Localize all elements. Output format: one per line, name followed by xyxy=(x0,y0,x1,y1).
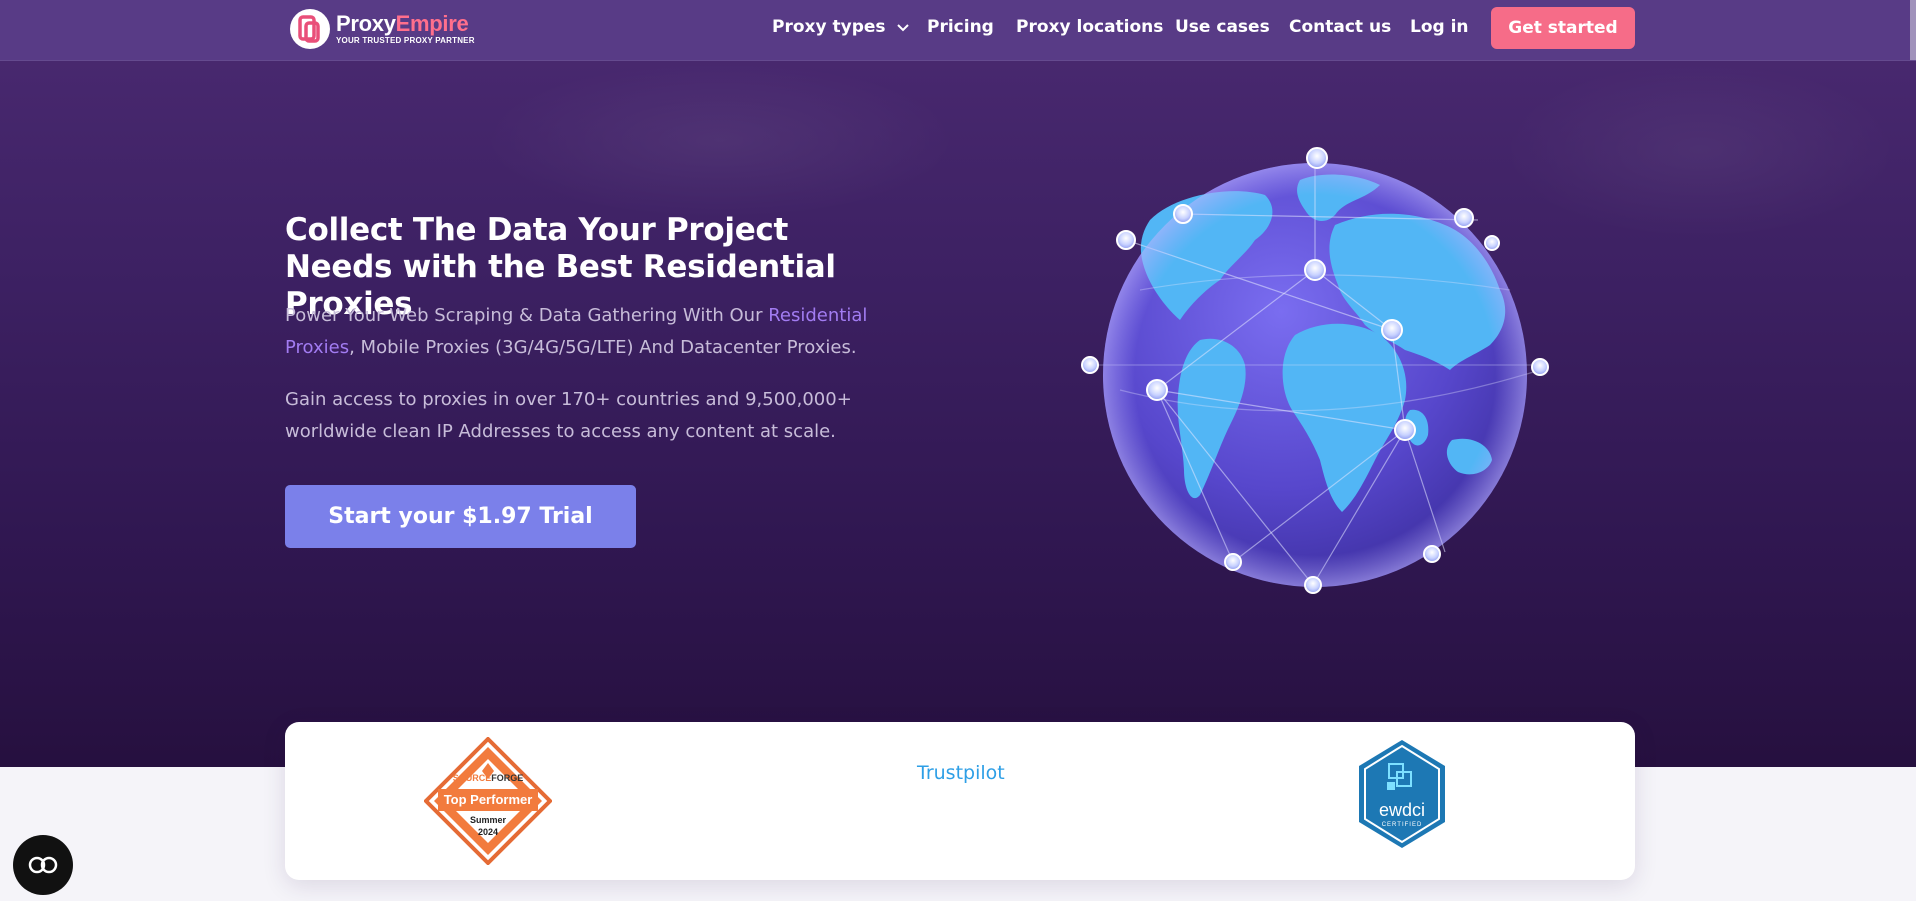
proxyempire-logo[interactable]: ProxyEmpire YOUR TRUSTED PROXY PARTNER xyxy=(290,7,475,51)
nav-item-label: Proxy types xyxy=(772,17,886,37)
hero-description: Gain access to proxies in over 170+ coun… xyxy=(285,389,852,442)
sourceforge-brand: SOURCEFORGE xyxy=(424,773,552,783)
hero-subtitle: Power Your Web Scraping & Data Gathering… xyxy=(285,300,905,364)
hero-section: Collect The Data Your Project Needs with… xyxy=(0,0,1916,767)
ewdci-certified: CERTIFIED xyxy=(1381,822,1423,828)
logo-mark-icon xyxy=(290,9,330,49)
nav-item-proxy-types[interactable]: Proxy types xyxy=(772,17,910,37)
hero-glow xyxy=(480,60,960,220)
logo-name-main: Proxy xyxy=(336,11,396,36)
ewdci-name: ewdci xyxy=(1378,800,1426,820)
chat-button[interactable] xyxy=(13,835,73,895)
sourceforge-season: Summer xyxy=(469,815,506,825)
nav-item-contact-us[interactable]: Contact us xyxy=(1289,17,1391,37)
sourceforge-year: 2024 xyxy=(477,827,499,837)
logo-name-accent: Empire xyxy=(395,11,469,36)
chat-icon xyxy=(28,856,58,874)
nav-item-use-cases[interactable]: Use cases xyxy=(1175,17,1270,37)
globe-icon xyxy=(1081,147,1549,594)
chevron-down-icon xyxy=(897,17,910,37)
logo-tagline: YOUR TRUSTED PROXY PARTNER xyxy=(336,36,475,45)
sourceforge-title: Top Performer xyxy=(443,792,533,807)
ewdci-hexagon-icon xyxy=(1359,740,1445,848)
scrollbar[interactable] xyxy=(1910,0,1916,60)
hero-subtitle-prefix: Power Your Web Scraping & Data Gathering… xyxy=(285,305,769,326)
nav-item-proxy-locations[interactable]: Proxy locations xyxy=(1016,17,1163,37)
logo-text: ProxyEmpire YOUR TRUSTED PROXY PARTNER xyxy=(336,12,475,46)
nav-item-pricing[interactable]: Pricing xyxy=(927,17,994,37)
hero-glow-right xyxy=(1500,60,1900,240)
trust-badges: SOURCEFORGE Top Performer Summer 2024 Tr… xyxy=(285,722,1635,880)
sourceforge-badge[interactable]: SOURCEFORGE Top Performer Summer 2024 xyxy=(423,736,553,866)
sourceforge-brand-a: SOURCE xyxy=(452,773,492,783)
ewdci-badge[interactable]: ewdci CERTIFIED xyxy=(1357,738,1447,850)
get-started-button[interactable]: Get started xyxy=(1491,7,1635,49)
top-nav: ProxyEmpire YOUR TRUSTED PROXY PARTNER P… xyxy=(0,0,1916,61)
hero-subtitle-suffix: , Mobile Proxies (3G/4G/5G/LTE) And Data… xyxy=(349,337,857,358)
logo-name: ProxyEmpire xyxy=(336,12,475,36)
start-trial-button[interactable]: Start your $1.97 Trial xyxy=(285,485,636,548)
trustpilot-link[interactable]: Trustpilot xyxy=(917,762,1005,784)
globe-illustration xyxy=(1080,140,1550,600)
nav-item-log-in[interactable]: Log in xyxy=(1410,17,1469,37)
sourceforge-brand-b: FORGE xyxy=(491,773,524,783)
